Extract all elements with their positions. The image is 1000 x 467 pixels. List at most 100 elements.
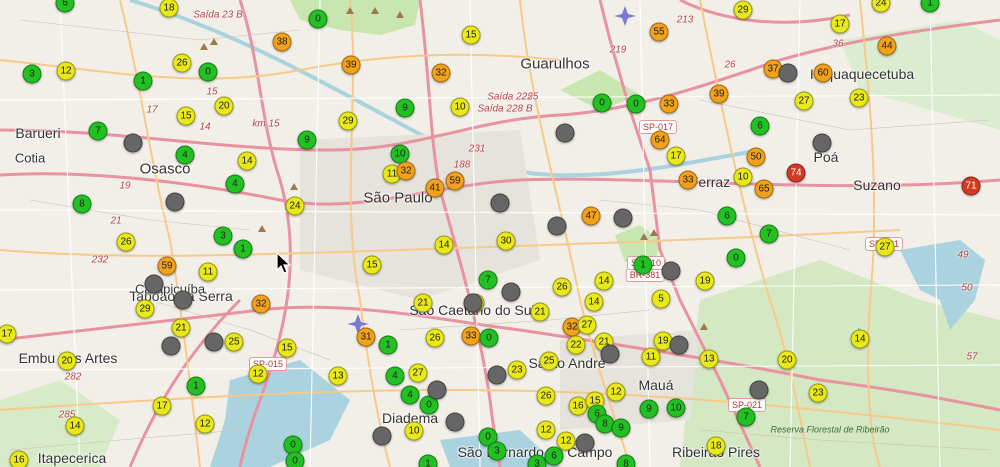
station-marker[interactable]: 33 xyxy=(461,326,481,346)
station-marker[interactable]: 7 xyxy=(759,224,779,244)
map-canvas[interactable]: Guarulhos São Paulo Osasco Barueri Suzano Poá… xyxy=(0,0,1000,467)
station-marker[interactable]: 22 xyxy=(566,335,586,355)
station-marker[interactable]: 14 xyxy=(584,292,604,312)
station-marker[interactable]: 6 xyxy=(750,116,770,136)
station-marker[interactable]: 0 xyxy=(198,62,218,82)
station-marker[interactable]: 26 xyxy=(552,277,572,297)
station-marker-offline[interactable] xyxy=(613,208,633,228)
station-marker-offline[interactable] xyxy=(661,261,681,281)
station-marker[interactable]: 55 xyxy=(649,22,669,42)
station-marker[interactable]: 13 xyxy=(699,349,719,369)
station-marker-offline[interactable] xyxy=(123,133,143,153)
station-marker[interactable]: 29 xyxy=(733,0,753,20)
station-marker[interactable]: 12 xyxy=(195,414,215,434)
station-marker-offline[interactable] xyxy=(427,380,447,400)
station-marker[interactable]: 3 xyxy=(22,64,42,84)
station-marker[interactable]: 21 xyxy=(171,318,191,338)
station-marker[interactable]: 26 xyxy=(425,328,445,348)
station-marker[interactable]: 14 xyxy=(594,271,614,291)
station-marker[interactable]: 24 xyxy=(285,196,305,216)
station-marker[interactable]: 26 xyxy=(536,386,556,406)
station-marker[interactable]: 59 xyxy=(157,256,177,276)
station-marker[interactable]: 12 xyxy=(536,420,556,440)
station-marker[interactable]: 44 xyxy=(877,36,897,56)
station-marker[interactable]: 27 xyxy=(794,91,814,111)
station-marker-offline[interactable] xyxy=(204,332,224,352)
station-marker[interactable]: 25 xyxy=(224,332,244,352)
station-marker[interactable]: 9 xyxy=(395,98,415,118)
station-marker[interactable]: 30 xyxy=(496,231,516,251)
station-marker[interactable]: 10 xyxy=(404,421,424,441)
station-marker[interactable]: 65 xyxy=(754,179,774,199)
station-marker[interactable]: 7 xyxy=(736,407,756,427)
station-marker[interactable]: 4 xyxy=(225,174,245,194)
station-marker[interactable]: 1 xyxy=(133,71,153,91)
station-marker[interactable]: 0 xyxy=(626,94,646,114)
station-marker[interactable]: 17 xyxy=(666,146,686,166)
station-marker-offline[interactable] xyxy=(812,133,832,153)
station-marker[interactable]: 21 xyxy=(530,302,550,322)
station-marker[interactable]: 15 xyxy=(461,25,481,45)
station-marker[interactable]: 12 xyxy=(56,61,76,81)
station-marker[interactable]: 31 xyxy=(356,327,376,347)
station-marker-offline[interactable] xyxy=(669,335,689,355)
station-marker[interactable]: 11 xyxy=(641,347,661,367)
station-marker[interactable]: 6 xyxy=(544,446,564,466)
station-marker[interactable]: 16 xyxy=(9,450,29,467)
station-marker-offline[interactable] xyxy=(575,433,595,453)
station-marker-offline[interactable] xyxy=(547,216,567,236)
station-marker[interactable]: 39 xyxy=(709,84,729,104)
station-marker[interactable]: 41 xyxy=(425,178,445,198)
station-marker[interactable]: 9 xyxy=(611,418,631,438)
station-marker[interactable]: 4 xyxy=(175,145,195,165)
station-marker-offline[interactable] xyxy=(490,193,510,213)
station-marker[interactable]: 33 xyxy=(659,94,679,114)
station-marker-offline[interactable] xyxy=(749,380,769,400)
station-marker-offline[interactable] xyxy=(144,274,164,294)
station-marker[interactable]: 14 xyxy=(850,329,870,349)
station-marker[interactable]: 32 xyxy=(251,294,271,314)
station-marker[interactable]: 1 xyxy=(378,335,398,355)
station-marker[interactable]: 7 xyxy=(88,121,108,141)
station-marker[interactable]: 1 xyxy=(418,454,438,467)
station-marker-offline[interactable] xyxy=(445,412,465,432)
station-marker-offline[interactable] xyxy=(161,336,181,356)
station-marker[interactable]: 71 xyxy=(961,176,981,196)
station-marker[interactable]: 60 xyxy=(813,63,833,83)
station-marker[interactable]: 0 xyxy=(308,9,328,29)
station-marker[interactable]: 32 xyxy=(396,161,416,181)
station-marker-offline[interactable] xyxy=(600,344,620,364)
station-marker[interactable]: 25 xyxy=(539,351,559,371)
station-marker[interactable]: 15 xyxy=(277,338,297,358)
station-marker[interactable]: 3 xyxy=(213,226,233,246)
station-marker-offline[interactable] xyxy=(778,63,798,83)
station-marker[interactable]: 64 xyxy=(650,130,670,150)
station-marker[interactable]: 1 xyxy=(233,239,253,259)
station-marker[interactable]: 0 xyxy=(726,248,746,268)
station-marker[interactable]: 1 xyxy=(633,255,653,275)
station-marker[interactable]: 26 xyxy=(172,53,192,73)
station-marker[interactable]: 0 xyxy=(285,451,305,467)
station-marker[interactable]: 14 xyxy=(237,151,257,171)
station-marker[interactable]: 32 xyxy=(431,63,451,83)
station-marker[interactable]: 12 xyxy=(606,382,626,402)
station-marker[interactable]: 18 xyxy=(706,436,726,456)
station-marker[interactable]: 12 xyxy=(248,364,268,384)
station-marker[interactable]: 50 xyxy=(746,147,766,167)
station-marker[interactable]: 0 xyxy=(479,328,499,348)
station-marker[interactable]: 6 xyxy=(717,206,737,226)
station-marker[interactable]: 0 xyxy=(592,93,612,113)
station-marker[interactable]: 27 xyxy=(577,315,597,335)
station-marker[interactable]: 14 xyxy=(434,235,454,255)
station-marker[interactable]: 29 xyxy=(135,299,155,319)
station-marker[interactable]: 5 xyxy=(651,289,671,309)
station-marker[interactable]: 29 xyxy=(338,111,358,131)
station-marker[interactable]: 10 xyxy=(666,398,686,418)
station-marker[interactable]: 14 xyxy=(65,416,85,436)
station-marker[interactable]: 9 xyxy=(639,399,659,419)
station-marker[interactable]: 8 xyxy=(72,194,92,214)
station-marker[interactable]: 23 xyxy=(507,360,527,380)
station-marker[interactable]: 7 xyxy=(478,270,498,290)
station-marker[interactable]: 1 xyxy=(186,376,206,396)
station-marker[interactable]: 4 xyxy=(385,366,405,386)
